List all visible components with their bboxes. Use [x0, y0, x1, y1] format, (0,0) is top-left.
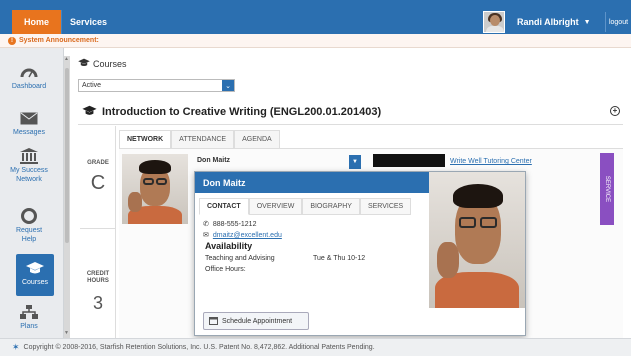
system-announcement-bar: ! System Announcement: [0, 34, 631, 48]
chevron-down-icon[interactable]: ⌄ [222, 80, 234, 91]
system-announcement-text[interactable]: System Announcement: [19, 37, 99, 44]
footer: ✶ Copyright © 2008-2016, Starfish Retent… [0, 338, 631, 356]
sidebar-item-plans[interactable]: Plans [8, 304, 50, 331]
scroll-down-icon[interactable]: ▼ [64, 330, 69, 336]
service-badge: SERVICE [600, 153, 614, 225]
tab-agenda[interactable]: AGENDA [234, 130, 280, 148]
teaching-advising-time: Tue & Thu 10-12 [313, 255, 366, 262]
sidebar-item-label: Plans [20, 323, 38, 330]
chevron-down-icon[interactable]: ▼ [349, 155, 361, 169]
envelope-icon [20, 110, 38, 126]
course-tabs: NETWORK ATTENDANCE AGENDA [119, 130, 280, 148]
sidebar-scrollbar[interactable]: ▲ ▼ [64, 56, 70, 338]
sitemap-icon [20, 304, 38, 320]
grade-value: C [90, 172, 106, 194]
teaching-advising-label: Teaching and Advising [205, 255, 275, 262]
credit-hours-value: 3 [92, 293, 103, 313]
sidebar: Dashboard Messages My Success Network Re… [0, 48, 64, 338]
schedule-appointment-button[interactable]: Schedule Appointment [203, 312, 309, 330]
course-title-row: Introduction to Creative Writing (ENGL20… [82, 105, 381, 119]
course-title: Introduction to Creative Writing (ENGL20… [102, 106, 382, 118]
service-thumbnail [373, 154, 445, 167]
email-row: ✉ dmaitz@excellent.edu [203, 231, 282, 240]
envelope-icon: ✉ [203, 232, 209, 239]
add-circle-icon[interactable]: + [610, 106, 620, 116]
sidebar-item-dashboard[interactable]: Dashboard [8, 64, 50, 91]
phone-icon: ✆ [203, 221, 209, 228]
alert-icon: ! [8, 36, 16, 45]
divider [80, 228, 116, 229]
tab-overview[interactable]: OVERVIEW [248, 198, 303, 215]
office-hours-label: Office Hours: [205, 266, 246, 273]
sidebar-item-label: My Success Network [10, 167, 48, 183]
user-avatar [483, 11, 505, 33]
user-menu[interactable]: Randi Albright ▼ [483, 10, 603, 34]
sidebar-item-my-success-network[interactable]: My Success Network [8, 148, 50, 184]
courses-header: Courses [78, 58, 127, 69]
tab-network[interactable]: NETWORK [119, 130, 172, 148]
network-card-name[interactable]: Don Maitz [197, 157, 230, 164]
service-link[interactable]: Write Well Tutoring Center [450, 158, 532, 165]
sidebar-item-courses[interactable]: Courses [16, 254, 54, 296]
tab-biography[interactable]: BIOGRAPHY [302, 198, 360, 215]
caret-down-icon: ▼ [583, 18, 591, 26]
availability-heading: Availability [205, 241, 253, 251]
sidebar-item-label: Courses [21, 279, 49, 286]
popup-tabs: CONTACT OVERVIEW BIOGRAPHY SERVICES [199, 198, 412, 215]
course-status-value: Active [82, 82, 102, 89]
course-status-select[interactable]: Active ⌄ [78, 79, 235, 92]
sidebar-item-label: Messages [13, 129, 45, 136]
graduation-cap-icon [82, 105, 97, 119]
sidebar-item-request-help[interactable]: Request Help [8, 208, 50, 244]
starfish-logo-icon: ✶ [12, 342, 20, 352]
credit-hours-label: CREDIT HOURS [86, 271, 110, 284]
sidebar-item-messages[interactable]: Messages [8, 110, 50, 137]
tab-contact[interactable]: CONTACT [199, 198, 249, 215]
graduation-cap-icon [26, 260, 44, 276]
sidebar-item-label: Request Help [15, 227, 43, 243]
contact-photo [429, 172, 525, 308]
tab-services[interactable]: SERVICES [359, 198, 412, 215]
email-link[interactable]: dmaitz@excellent.edu [213, 232, 282, 239]
dashboard-icon [20, 64, 38, 80]
schedule-appointment-label: Schedule Appointment [222, 317, 293, 325]
lifebuoy-icon [20, 208, 38, 224]
institution-icon [20, 148, 38, 164]
phone-number: 888-555-1212 [212, 220, 257, 228]
logout-link[interactable]: logout [605, 12, 631, 32]
courses-title: Courses [93, 58, 127, 69]
services-tab[interactable]: Services [61, 10, 115, 34]
scroll-up-icon[interactable]: ▲ [64, 56, 69, 62]
copyright-text: Copyright © 2008-2016, Starfish Retentio… [23, 344, 375, 351]
tab-attendance[interactable]: ATTENDANCE [171, 130, 235, 148]
grade-label: GRADE [87, 160, 109, 166]
calendar-icon [209, 316, 218, 327]
user-name: Randi Albright [517, 17, 579, 27]
home-tab[interactable]: Home [12, 10, 61, 34]
sidebar-item-label: Dashboard [11, 83, 47, 90]
network-card-photo[interactable] [122, 154, 188, 224]
contact-popup: Don Maitz CONTACT OVERVIEW BIOGRAPHY SER… [194, 171, 526, 336]
phone-row: ✆ 888-555-1212 [203, 220, 257, 229]
graduation-cap-icon [78, 58, 90, 69]
